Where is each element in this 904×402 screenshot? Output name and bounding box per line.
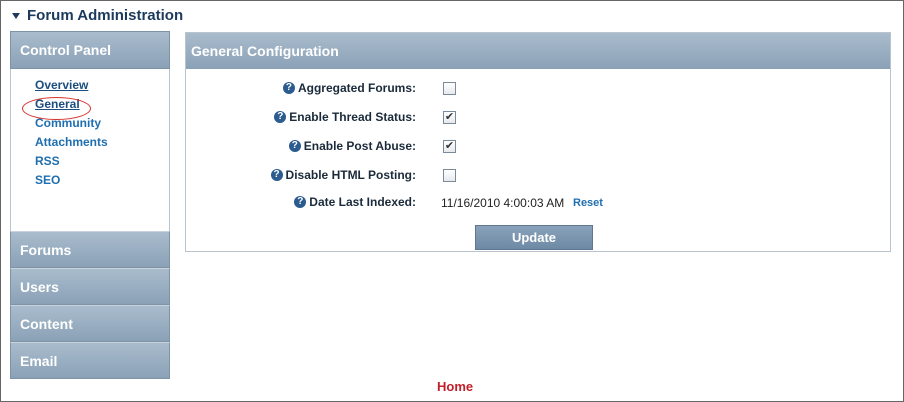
sidebar-link-general[interactable]: General bbox=[35, 95, 169, 114]
setting-row-date-last-indexed: ? Date Last Indexed: 11/16/2010 4:00:03 … bbox=[186, 193, 892, 213]
help-icon[interactable]: ? bbox=[282, 82, 295, 94]
sidebar-link-overview[interactable]: Overview bbox=[35, 76, 169, 95]
panel-title: General Configuration bbox=[186, 33, 890, 69]
admin-frame: Forum Administration Control Panel Overv… bbox=[0, 0, 904, 402]
setting-row-disable-html-posting: ? Disable HTML Posting: bbox=[186, 166, 892, 186]
setting-row-enable-post-abuse: ? Enable Post Abuse: ✔ bbox=[186, 137, 892, 157]
setting-label: Enable Thread Status: bbox=[289, 110, 416, 124]
help-icon[interactable]: ? bbox=[274, 111, 287, 123]
sidebar: Control Panel Overview General Community… bbox=[10, 31, 170, 379]
setting-label: Aggregated Forums: bbox=[297, 81, 416, 95]
setting-label: Enable Post Abuse: bbox=[303, 139, 416, 153]
sidebar-link-rss[interactable]: RSS bbox=[35, 152, 169, 171]
sidebar-section-email[interactable]: Email bbox=[10, 342, 170, 379]
help-icon[interactable]: ? bbox=[270, 169, 283, 181]
setting-label: Date Last Indexed: bbox=[309, 195, 416, 209]
general-configuration-panel: General Configuration ? Aggregated Forum… bbox=[185, 32, 891, 252]
aggregated-forums-checkbox[interactable] bbox=[443, 82, 456, 95]
home-link[interactable]: Home bbox=[437, 379, 473, 394]
enable-thread-status-checkbox[interactable]: ✔ bbox=[443, 111, 456, 124]
setting-row-enable-thread-status: ? Enable Thread Status: ✔ bbox=[186, 108, 892, 128]
sidebar-section-users[interactable]: Users bbox=[10, 268, 170, 305]
sidebar-section-forums[interactable]: Forums bbox=[10, 231, 170, 268]
page-title-text: Forum Administration bbox=[27, 7, 184, 24]
enable-post-abuse-checkbox[interactable]: ✔ bbox=[443, 140, 456, 153]
setting-label: Disable HTML Posting: bbox=[285, 168, 416, 182]
help-icon[interactable]: ? bbox=[288, 140, 301, 152]
help-icon[interactable]: ? bbox=[294, 196, 307, 208]
disable-html-posting-checkbox[interactable] bbox=[443, 169, 456, 182]
sidebar-link-seo[interactable]: SEO bbox=[35, 171, 169, 190]
control-panel-links: Overview General Community Attachments R… bbox=[10, 69, 170, 231]
sidebar-link-community[interactable]: Community bbox=[35, 114, 169, 133]
sidebar-section-content[interactable]: Content bbox=[10, 305, 170, 342]
date-last-indexed-value: 11/16/2010 4:00:03 AM bbox=[441, 196, 565, 210]
setting-row-aggregated-forums: ? Aggregated Forums: bbox=[186, 79, 892, 99]
control-panel-header[interactable]: Control Panel bbox=[10, 31, 170, 69]
page-title[interactable]: Forum Administration bbox=[12, 7, 183, 24]
reset-link[interactable]: Reset bbox=[573, 197, 603, 209]
sidebar-link-attachments[interactable]: Attachments bbox=[35, 133, 169, 152]
collapse-triangle-icon[interactable] bbox=[12, 13, 20, 19]
update-button[interactable]: Update bbox=[475, 225, 593, 250]
